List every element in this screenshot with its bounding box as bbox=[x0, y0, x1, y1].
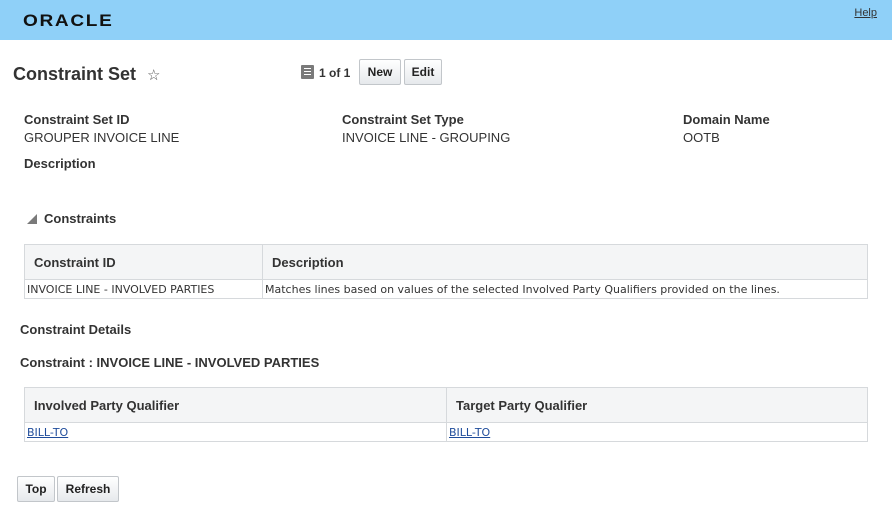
constraint-set-id-label: Constraint Set ID bbox=[24, 112, 130, 127]
involved-party-qualifier-link[interactable]: BILL-TO bbox=[27, 426, 68, 439]
constraints-table: Constraint ID Description INVOICE LINE -… bbox=[24, 244, 868, 299]
constraint-set-type-label: Constraint Set Type bbox=[342, 112, 464, 127]
target-party-qualifier-link[interactable]: BILL-TO bbox=[449, 426, 490, 439]
help-link[interactable]: Help bbox=[854, 7, 877, 19]
refresh-button[interactable]: Refresh bbox=[57, 476, 119, 502]
record-count: 1 of 1 bbox=[319, 66, 351, 80]
constraint-description-cell: Matches lines based on values of the sel… bbox=[262, 279, 868, 299]
column-header-description[interactable]: Description bbox=[262, 244, 868, 280]
favorite-star-icon[interactable]: ☆ bbox=[147, 66, 160, 84]
constraints-section-title[interactable]: Constraints bbox=[44, 211, 116, 226]
constraint-details-title: Constraint Details bbox=[20, 322, 132, 337]
top-bar: ORACLE Help bbox=[0, 0, 892, 40]
qualifiers-table: Involved Party Qualifier Target Party Qu… bbox=[24, 387, 868, 442]
involved-party-qualifier-cell: BILL-TO bbox=[24, 422, 447, 442]
constraint-details-subtitle: Constraint : INVOICE LINE - INVOLVED PAR… bbox=[20, 355, 320, 370]
table-row[interactable]: BILL-TO BILL-TO bbox=[24, 422, 868, 442]
top-button[interactable]: Top bbox=[17, 476, 55, 502]
edit-button[interactable]: Edit bbox=[404, 59, 442, 85]
constraint-id-cell: INVOICE LINE - INVOLVED PARTIES bbox=[24, 279, 263, 299]
column-header-target-party-qualifier[interactable]: Target Party Qualifier bbox=[446, 387, 868, 423]
oracle-logo: ORACLE bbox=[23, 11, 114, 30]
description-label: Description bbox=[24, 156, 96, 171]
page-title: Constraint Set bbox=[13, 64, 137, 84]
table-header-row: Involved Party Qualifier Target Party Qu… bbox=[24, 387, 868, 423]
column-header-involved-party-qualifier[interactable]: Involved Party Qualifier bbox=[24, 387, 447, 423]
target-party-qualifier-cell: BILL-TO bbox=[446, 422, 868, 442]
table-row[interactable]: INVOICE LINE - INVOLVED PARTIES Matches … bbox=[24, 279, 868, 299]
collapse-triangle-icon[interactable] bbox=[27, 214, 37, 224]
constraint-set-id-value: GROUPER INVOICE LINE bbox=[24, 130, 180, 145]
constraint-set-type-value: INVOICE LINE - GROUPING bbox=[342, 130, 511, 145]
domain-name-value: OOTB bbox=[683, 130, 720, 145]
new-button[interactable]: New bbox=[359, 59, 401, 85]
domain-name-label: Domain Name bbox=[683, 112, 770, 127]
column-header-constraint-id[interactable]: Constraint ID bbox=[24, 244, 263, 280]
table-header-row: Constraint ID Description bbox=[24, 244, 868, 280]
record-list-icon bbox=[301, 65, 314, 79]
